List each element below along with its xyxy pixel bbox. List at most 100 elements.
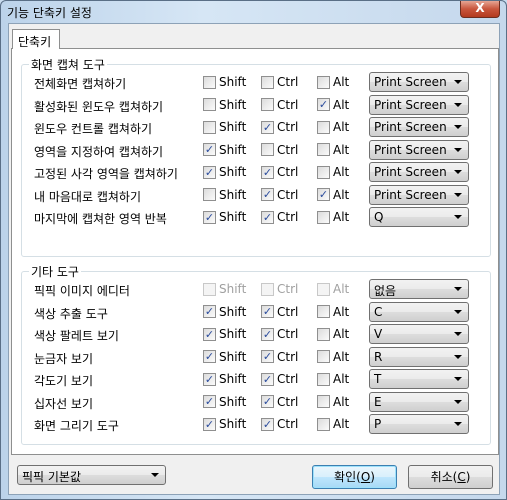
checkbox-box[interactable] [261,98,274,111]
key-combo[interactable]: Print Screen [369,184,469,205]
close-button[interactable]: X [460,1,500,18]
shift-checkbox[interactable]: Shift [203,282,246,296]
checkbox-box[interactable]: ✓ [203,305,216,318]
ctrl-checkbox[interactable]: Ctrl [261,75,298,89]
checkbox-box[interactable] [317,75,330,89]
ctrl-checkbox[interactable]: Ctrl [261,143,298,157]
ctrl-checkbox[interactable]: ✓ Ctrl [261,395,298,409]
checkbox-box[interactable] [261,75,274,89]
checkbox-box[interactable]: ✓ [261,417,274,431]
alt-checkbox[interactable]: Alt [317,327,349,341]
ctrl-checkbox[interactable]: ✓ Ctrl [261,120,298,134]
checkbox-box[interactable] [317,282,330,296]
checkbox-box[interactable] [203,188,216,201]
checkbox-box[interactable]: ✓ [261,327,274,341]
checkbox-box[interactable]: ✓ [261,372,274,386]
shift-checkbox[interactable]: ✓ Shift [203,165,246,179]
alt-checkbox[interactable]: Alt [317,75,349,89]
key-combo[interactable]: 없음 [369,279,469,299]
checkbox-box[interactable]: ✓ [261,210,274,224]
checkbox-box[interactable] [317,165,330,179]
checkbox-box[interactable]: ✓ [203,372,216,386]
alt-checkbox[interactable]: Alt [317,417,349,431]
alt-checkbox[interactable]: ✓ Alt [317,98,349,112]
key-combo[interactable]: Q [369,207,469,227]
checkbox-box[interactable] [261,282,274,296]
checkbox-box[interactable]: ✓ [203,165,216,179]
ctrl-checkbox[interactable]: Ctrl [261,282,298,296]
alt-checkbox[interactable]: Alt [317,120,349,134]
ctrl-checkbox[interactable]: ✓ Ctrl [261,188,298,202]
checkbox-box[interactable] [317,327,330,341]
shift-checkbox[interactable]: ✓ Shift [203,143,246,157]
checkbox-box[interactable]: ✓ [261,350,274,363]
checkbox-box[interactable]: ✓ [203,327,216,341]
preset-combo[interactable]: 픽픽 기본값 [17,465,166,485]
checkbox-box[interactable]: ✓ [261,395,274,408]
key-combo[interactable]: Print Screen [369,162,469,182]
ctrl-checkbox[interactable]: ✓ Ctrl [261,350,298,364]
shift-checkbox[interactable]: ✓ Shift [203,210,246,224]
ctrl-checkbox[interactable]: ✓ Ctrl [261,210,298,224]
ctrl-checkbox[interactable]: Ctrl [261,98,298,112]
alt-checkbox[interactable]: Alt [317,305,349,319]
shift-checkbox[interactable]: ✓ Shift [203,350,246,364]
shift-checkbox[interactable]: Shift [203,120,246,134]
checkbox-box[interactable]: ✓ [203,210,216,224]
checkbox-box[interactable]: ✓ [317,98,330,111]
shift-checkbox[interactable]: ✓ Shift [203,372,246,386]
checkbox-box[interactable] [203,75,216,89]
ok-button[interactable]: 확인(O) [312,465,397,489]
checkbox-box[interactable] [317,372,330,386]
checkbox-box[interactable] [317,305,330,318]
ctrl-checkbox[interactable]: ✓ Ctrl [261,327,298,341]
checkbox-box[interactable] [317,210,330,224]
ctrl-checkbox[interactable]: ✓ Ctrl [261,305,298,319]
checkbox-box[interactable] [317,350,330,363]
checkbox-box[interactable]: ✓ [261,305,274,318]
alt-checkbox[interactable]: Alt [317,282,349,296]
alt-checkbox[interactable]: Alt [317,395,349,409]
key-combo[interactable]: C [369,301,469,322]
shift-checkbox[interactable]: Shift [203,98,246,112]
key-combo[interactable]: T [369,369,469,389]
checkbox-box[interactable] [317,417,330,431]
checkbox-box[interactable]: ✓ [317,188,330,201]
checkbox-box[interactable] [317,143,330,156]
shift-checkbox[interactable]: ✓ Shift [203,327,246,341]
shift-checkbox[interactable]: ✓ Shift [203,395,246,409]
key-combo[interactable]: V [369,324,469,344]
key-combo[interactable]: E [369,391,469,412]
alt-checkbox[interactable]: Alt [317,165,349,179]
checkbox-box[interactable] [317,395,330,408]
key-combo[interactable]: R [369,346,469,367]
alt-checkbox[interactable]: Alt [317,350,349,364]
alt-checkbox[interactable]: Alt [317,372,349,386]
alt-checkbox[interactable]: Alt [317,143,349,157]
alt-checkbox[interactable]: ✓ Alt [317,188,349,202]
checkbox-box[interactable]: ✓ [203,417,216,431]
checkbox-box[interactable]: ✓ [261,188,274,201]
shift-checkbox[interactable]: Shift [203,75,246,89]
checkbox-box[interactable] [203,120,216,134]
ctrl-checkbox[interactable]: ✓ Ctrl [261,372,298,386]
cancel-button[interactable]: 취소(C) [408,465,493,489]
tab-shortcuts[interactable]: 단축키 [12,29,60,49]
checkbox-box[interactable]: ✓ [203,143,216,156]
alt-checkbox[interactable]: Alt [317,210,349,224]
checkbox-box[interactable] [261,143,274,156]
checkbox-box[interactable]: ✓ [261,165,274,179]
key-combo[interactable]: P [369,414,469,434]
checkbox-box[interactable]: ✓ [261,120,274,134]
shift-checkbox[interactable]: ✓ Shift [203,417,246,431]
key-combo[interactable]: Print Screen [369,117,469,137]
key-combo[interactable]: Print Screen [369,139,469,160]
ctrl-checkbox[interactable]: ✓ Ctrl [261,165,298,179]
key-combo[interactable]: Print Screen [369,72,469,92]
key-combo[interactable]: Print Screen [369,94,469,115]
checkbox-box[interactable]: ✓ [203,350,216,363]
ctrl-checkbox[interactable]: ✓ Ctrl [261,417,298,431]
checkbox-box[interactable] [317,120,330,134]
checkbox-box[interactable] [203,282,216,296]
shift-checkbox[interactable]: Shift [203,188,246,202]
